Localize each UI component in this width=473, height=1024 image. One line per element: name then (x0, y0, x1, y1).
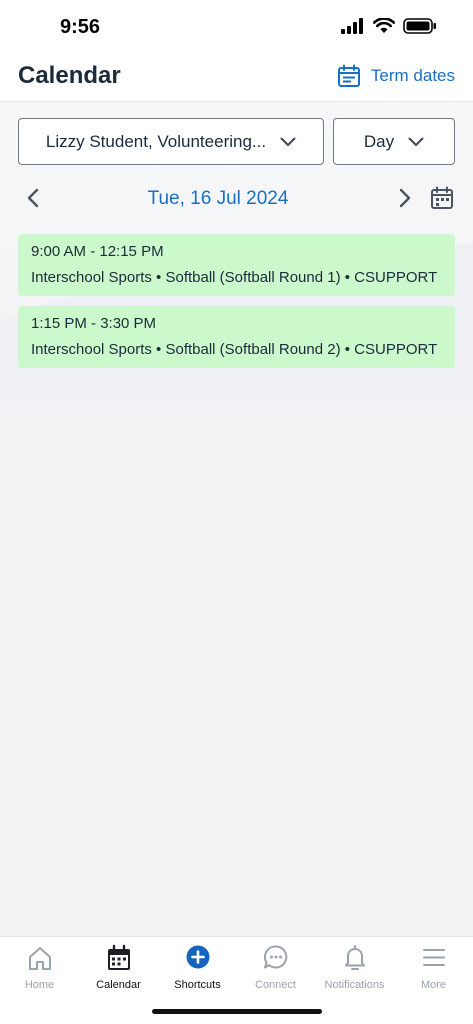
home-icon (28, 947, 51, 970)
chevron-down-icon (408, 137, 424, 146)
signal-icon (341, 18, 363, 34)
tab-connect[interactable]: Connect (236, 943, 315, 991)
bell-icon (344, 945, 365, 970)
event-description: Interschool Sports • Softball (Softball … (31, 341, 438, 358)
tab-more[interactable]: More (394, 943, 473, 991)
status-time: 9:56 (60, 16, 101, 38)
calendar-icon (431, 186, 453, 209)
wifi-icon (373, 18, 395, 33)
calendar-icon (107, 944, 130, 970)
student-select-value: Lizzy Student, Volunteering... (45, 131, 267, 151)
view-select[interactable]: Day (333, 118, 455, 165)
date-navigation: Tue, 16 Jul 2024 (18, 182, 455, 216)
event-time: 1:15 PM - 3:30 PM (31, 315, 157, 332)
calendar-icon (337, 64, 360, 87)
student-select[interactable]: Lizzy Student, Volunteering... (18, 118, 324, 165)
event-description: Interschool Sports • Softball (Softball … (31, 269, 438, 286)
chevron-down-icon (280, 137, 296, 146)
filter-row: Lizzy Student, Volunteering... Day (18, 118, 455, 165)
content-area (0, 102, 473, 936)
event-time: 9:00 AM - 12:15 PM (31, 243, 164, 260)
term-dates-label: Term dates (370, 66, 455, 85)
term-dates-button[interactable]: Term dates (337, 64, 455, 88)
tab-shortcuts[interactable]: Shortcuts (158, 943, 237, 991)
date-picker-button[interactable] (430, 186, 454, 215)
tab-calendar[interactable]: Calendar (79, 943, 158, 991)
menu-icon (422, 949, 445, 966)
tab-label: Calendar (96, 979, 141, 991)
chevron-right-icon (399, 188, 411, 208)
tab-label: More (420, 979, 447, 991)
chat-bubble-icon (263, 945, 287, 969)
page-title: Calendar (18, 62, 121, 89)
battery-icon (403, 18, 436, 34)
event-card[interactable]: 1:15 PM - 3:30 PM Interschool Sports • S… (18, 306, 455, 368)
header: Calendar Term dates (0, 56, 473, 102)
event-card[interactable]: 9:00 AM - 12:15 PM Interschool Sports • … (18, 234, 455, 296)
tab-notifications[interactable]: Notifications (315, 943, 394, 991)
plus-circle-icon (186, 945, 209, 969)
home-indicator[interactable] (152, 1009, 322, 1014)
next-day-button[interactable] (398, 188, 412, 213)
tab-home[interactable]: Home (0, 943, 79, 991)
status-icons (341, 18, 437, 34)
view-select-value: Day (363, 131, 395, 151)
tab-label: Connect (255, 979, 296, 991)
status-bar: 9:56 (0, 0, 473, 56)
tab-label: Home (24, 979, 55, 991)
tab-label: Notifications (324, 979, 385, 991)
tab-label: Shortcuts (174, 979, 221, 991)
date-label[interactable]: Tue, 16 Jul 2024 (18, 188, 418, 210)
